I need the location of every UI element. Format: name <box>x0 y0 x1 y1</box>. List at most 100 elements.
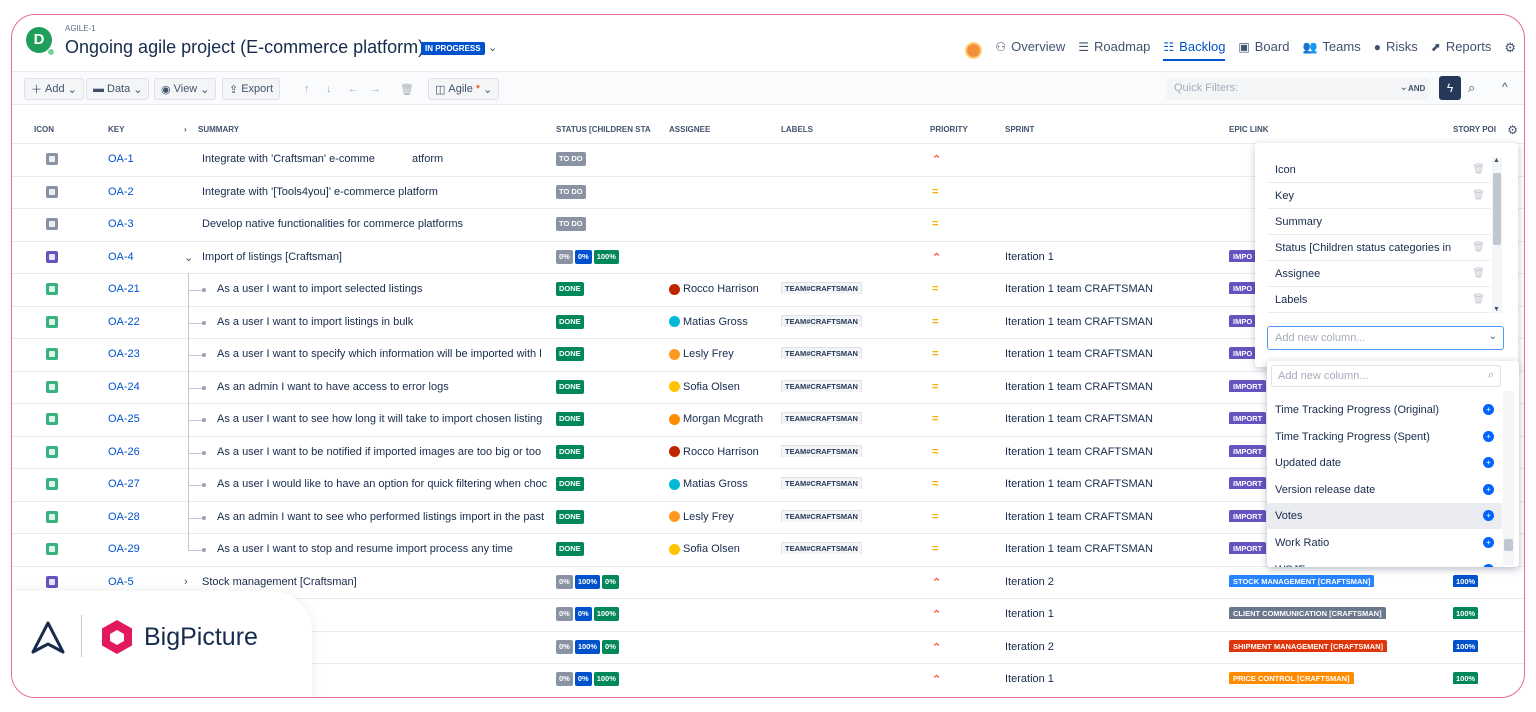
sprint-cell[interactable]: Iteration 2 <box>1005 576 1054 588</box>
sprint-cell[interactable]: Iteration 1 <box>1005 251 1054 263</box>
trash-icon[interactable]: 🗑 <box>1472 190 1485 201</box>
epic-link-lozenge[interactable]: IMPO <box>1229 249 1257 262</box>
nav-teams[interactable]: 👥 Teams <box>1302 39 1360 61</box>
issue-summary[interactable]: As a user I want to stop and resume impo… <box>217 543 552 555</box>
view-selector[interactable]: ◫ Agile * ⌄ <box>428 78 500 100</box>
sprint-cell[interactable]: Iteration 1 team CRAFTSMAN <box>1005 316 1153 328</box>
issue-summary[interactable]: Develop native functionalities for comme… <box>202 218 552 230</box>
column-item[interactable]: Status [Children status categories in 🗑 <box>1267 235 1491 261</box>
lightning-icon[interactable]: ϟ <box>1439 76 1461 100</box>
view-button[interactable]: ◉ View ⌄ <box>154 78 217 100</box>
label-tag[interactable]: TEAM#CRAFTSMAN <box>781 314 862 327</box>
column-option[interactable]: Time Tracking Progress (Spent) + <box>1267 424 1502 450</box>
scroll-down-icon[interactable]: ▼ <box>1493 306 1500 313</box>
assignee-cell[interactable]: Morgan Mcgrath <box>669 413 763 425</box>
issue-key-link[interactable]: OA-27 <box>108 478 140 490</box>
column-option[interactable]: Time Tracking Progress (Original) + <box>1267 397 1502 423</box>
sprint-cell[interactable]: Iteration 1 team CRAFTSMAN <box>1005 511 1153 523</box>
add-column-icon[interactable]: + <box>1483 404 1494 415</box>
col-header-status[interactable]: STATUS [CHILDREN STA <box>556 125 666 134</box>
expand-chevron-icon[interactable]: › <box>184 576 188 588</box>
column-item[interactable]: Labels 🗑 <box>1267 287 1491 313</box>
epic-link-lozenge[interactable]: STOCK MANAGEMENT [CRAFTSMAN] <box>1229 574 1375 587</box>
status-lozenge[interactable]: DONE <box>556 282 584 296</box>
epic-link-cell[interactable]: CLIENT COMMUNICATION [CRAFTSMAN] <box>1229 607 1386 619</box>
sprint-cell[interactable]: Iteration 1 <box>1005 673 1054 685</box>
quick-filters-select[interactable]: Quick Filters: ⌄ <box>1166 78 1430 100</box>
status-lozenge[interactable]: DONE <box>556 412 584 426</box>
settings-gear-icon[interactable]: ⚙ <box>1504 40 1516 61</box>
status-lozenge[interactable]: TO DO <box>556 152 586 166</box>
issue-key-link[interactable]: OA-4 <box>108 251 134 263</box>
status-lozenge[interactable]: DONE <box>556 314 584 329</box>
indent-button[interactable]: → <box>364 78 387 100</box>
status-lozenge[interactable]: DONE <box>556 477 584 491</box>
col-header-icon[interactable]: ICON <box>34 125 54 134</box>
sprint-cell[interactable]: Iteration 1 team CRAFTSMAN <box>1005 348 1153 360</box>
epic-link-cell[interactable]: IMPORT <box>1229 412 1267 424</box>
dropdown-scrollbar[interactable] <box>1503 391 1514 565</box>
trash-icon[interactable]: 🗑 <box>1472 294 1485 305</box>
label-tag[interactable]: TEAM#CRAFTSMAN <box>781 542 862 554</box>
nav-overview[interactable]: ⚇ Overview <box>995 39 1065 61</box>
epic-link-lozenge[interactable]: IMPO <box>1229 314 1257 327</box>
label-tag[interactable]: TEAM#CRAFTSMAN <box>781 444 862 457</box>
nav-board[interactable]: ▣ Board <box>1238 39 1289 61</box>
add-button[interactable]: ＋ Add ⌄ <box>24 78 84 100</box>
delete-button[interactable]: 🗑 <box>394 78 420 100</box>
scroll-up-icon[interactable]: ▲ <box>1493 157 1500 164</box>
epic-link-cell[interactable]: IMPORT <box>1229 477 1267 489</box>
status-lozenge[interactable]: DONE <box>556 347 584 361</box>
issue-summary[interactable]: As a user I want to be notified if impor… <box>217 446 552 458</box>
issue-key-link[interactable]: OA-25 <box>108 413 140 425</box>
project-status-badge[interactable]: IN PROGRESS <box>421 42 485 55</box>
expand-all-icon[interactable]: › <box>184 125 187 134</box>
epic-link-cell[interactable]: IMPO <box>1229 314 1257 327</box>
epic-link-lozenge[interactable]: IMPO <box>1229 282 1257 294</box>
column-option[interactable]: WSJF + <box>1267 557 1502 567</box>
epic-link-cell[interactable]: IMPORT <box>1229 509 1267 522</box>
epic-link-lozenge[interactable]: IMPORT <box>1229 444 1267 457</box>
label-tag[interactable]: TEAM#CRAFTSMAN <box>781 509 862 522</box>
issue-summary[interactable]: As an admin I want to see who performed … <box>217 511 552 523</box>
issue-key-link[interactable]: OA-28 <box>108 511 140 523</box>
epic-link-lozenge[interactable]: SHIPMENT MANAGEMENT [CRAFTSMAN] <box>1229 639 1387 652</box>
epic-link-lozenge[interactable]: IMPORT <box>1229 477 1267 489</box>
epic-link-cell[interactable]: IMPO <box>1229 282 1257 294</box>
epic-link-cell[interactable]: IMPO <box>1229 347 1257 359</box>
epic-link-lozenge[interactable]: IMPO <box>1229 347 1257 359</box>
outdent-button[interactable]: ← <box>342 78 365 100</box>
epic-link-lozenge[interactable]: PRICE CONTROL [CRAFTSMAN] <box>1229 672 1354 684</box>
column-option[interactable]: Votes + <box>1267 503 1502 530</box>
issue-summary[interactable]: As a user I want to import listings in b… <box>217 316 552 328</box>
status-lozenge[interactable]: TO DO <box>556 217 586 231</box>
issue-key-link[interactable]: OA-24 <box>108 381 140 393</box>
assignee-cell[interactable]: Rocco Harrison <box>669 446 759 458</box>
assignee-cell[interactable]: Matias Gross <box>669 316 748 328</box>
epic-link-lozenge[interactable]: CLIENT COMMUNICATION [CRAFTSMAN] <box>1229 607 1386 619</box>
col-header-assignee[interactable]: ASSIGNEE <box>669 125 710 134</box>
dropdown-scroll-thumb[interactable] <box>1504 539 1513 551</box>
column-item[interactable]: Summary <box>1267 209 1491 235</box>
sprint-cell[interactable]: Iteration 1 team CRAFTSMAN <box>1005 446 1153 458</box>
epic-link-lozenge[interactable]: IMPORT <box>1229 509 1267 522</box>
status-lozenge[interactable]: DONE <box>556 509 584 524</box>
collapse-chevron-icon[interactable]: ⌄ <box>184 251 193 264</box>
epic-link-lozenge[interactable]: IMPORT <box>1229 379 1267 392</box>
sprint-cell[interactable]: Iteration 2 <box>1005 641 1054 653</box>
favorite-star-icon[interactable] <box>47 48 55 56</box>
col-header-labels[interactable]: LABELS <box>781 125 813 134</box>
col-header-priority[interactable]: PRIORITY <box>930 125 968 134</box>
col-header-key[interactable]: KEY <box>108 125 124 134</box>
col-header-sprint[interactable]: SPRINT <box>1005 125 1034 134</box>
sprint-cell[interactable]: Iteration 1 <box>1005 608 1054 620</box>
col-header-epic-link[interactable]: EPIC LINK <box>1229 125 1269 134</box>
col-header-story-points[interactable]: STORY POI <box>1453 125 1496 134</box>
issue-key-link[interactable]: OA-22 <box>108 316 140 328</box>
column-search-input[interactable]: Add new column... ⌕ <box>1271 365 1501 387</box>
add-column-icon[interactable]: + <box>1483 457 1494 469</box>
epic-link-lozenge[interactable]: IMPORT <box>1229 412 1267 424</box>
label-tag[interactable]: TEAM#CRAFTSMAN <box>781 347 862 359</box>
issue-key-link[interactable]: OA-1 <box>108 153 134 165</box>
project-title[interactable]: Ongoing agile project (E-commerce platfo… <box>65 37 424 58</box>
